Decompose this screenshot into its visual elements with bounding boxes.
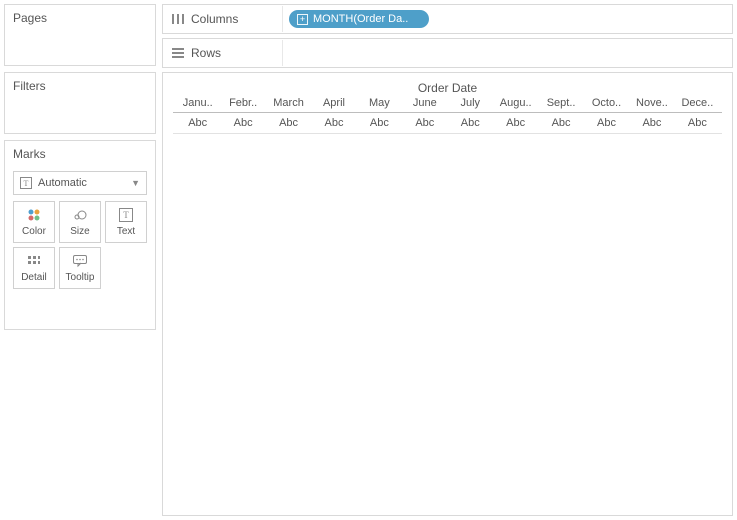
rows-label: Rows xyxy=(191,46,221,60)
month-header: May xyxy=(357,97,402,109)
rows-shelf[interactable]: Rows xyxy=(162,38,733,68)
rows-icon xyxy=(171,47,185,59)
marks-panel: Marks T Automatic ▼ Color Size xyxy=(4,140,156,330)
marks-tooltip-card[interactable]: Tooltip xyxy=(59,247,101,289)
marks-size-label: Size xyxy=(70,226,89,237)
month-header: Febr.. xyxy=(220,97,265,109)
viz-panel[interactable]: Order Date Janu.. Febr.. March April May… xyxy=(162,72,733,516)
chevron-down-icon: ▼ xyxy=(131,178,140,188)
month-header: Octo.. xyxy=(584,97,629,109)
month-header: June xyxy=(402,97,447,109)
month-header: Janu.. xyxy=(175,97,220,109)
cell-placeholder: Abc xyxy=(266,117,311,129)
marks-type-label: Automatic xyxy=(38,177,87,189)
cell-placeholder: Abc xyxy=(629,117,674,129)
cell-placeholder: Abc xyxy=(357,117,402,129)
cell-placeholder: Abc xyxy=(402,117,447,129)
month-header: March xyxy=(266,97,311,109)
pill-label: MONTH(Order Da.. xyxy=(313,13,408,25)
pages-title: Pages xyxy=(5,5,155,31)
pages-panel[interactable]: Pages xyxy=(4,4,156,66)
cell-placeholder: Abc xyxy=(175,117,220,129)
expand-icon: + xyxy=(297,14,308,25)
color-icon xyxy=(27,207,41,223)
marks-title: Marks xyxy=(5,141,155,167)
marks-detail-card[interactable]: Detail xyxy=(13,247,55,289)
cell-placeholder: Abc xyxy=(538,117,583,129)
svg-text:T: T xyxy=(24,179,29,188)
columns-shelf[interactable]: Columns + MONTH(Order Da.. xyxy=(162,4,733,34)
tooltip-icon xyxy=(72,253,88,269)
text-icon: T xyxy=(20,177,32,189)
month-header: Augu.. xyxy=(493,97,538,109)
placeholder-row: Abc Abc Abc Abc Abc Abc Abc Abc Abc Abc … xyxy=(173,113,722,134)
month-header: April xyxy=(311,97,356,109)
month-header: Dece.. xyxy=(675,97,720,109)
size-icon xyxy=(72,207,88,223)
month-header: July xyxy=(448,97,493,109)
cell-placeholder: Abc xyxy=(311,117,356,129)
pill-month-orderdate[interactable]: + MONTH(Order Da.. xyxy=(289,10,429,28)
marks-text-card[interactable]: T Text xyxy=(105,201,147,243)
svg-text:T: T xyxy=(123,210,129,220)
text-card-icon: T xyxy=(119,207,133,223)
month-header: Sept.. xyxy=(538,97,583,109)
month-header: Nove.. xyxy=(629,97,674,109)
cell-placeholder: Abc xyxy=(448,117,493,129)
marks-color-label: Color xyxy=(22,226,46,237)
viz-title: Order Date xyxy=(173,81,722,95)
marks-tooltip-label: Tooltip xyxy=(66,272,95,283)
cell-placeholder: Abc xyxy=(220,117,265,129)
marks-size-card[interactable]: Size xyxy=(59,201,101,243)
marks-color-card[interactable]: Color xyxy=(13,201,55,243)
cell-placeholder: Abc xyxy=(493,117,538,129)
marks-text-label: Text xyxy=(117,226,135,237)
filters-panel[interactable]: Filters xyxy=(4,72,156,134)
month-header-row: Janu.. Febr.. March April May June July … xyxy=(173,97,722,113)
columns-label: Columns xyxy=(191,12,238,26)
cell-placeholder: Abc xyxy=(584,117,629,129)
filters-title: Filters xyxy=(5,73,155,99)
cell-placeholder: Abc xyxy=(675,117,720,129)
marks-detail-label: Detail xyxy=(21,272,47,283)
columns-icon xyxy=(171,13,185,25)
detail-icon xyxy=(27,253,41,269)
marks-type-dropdown[interactable]: T Automatic ▼ xyxy=(13,171,147,195)
